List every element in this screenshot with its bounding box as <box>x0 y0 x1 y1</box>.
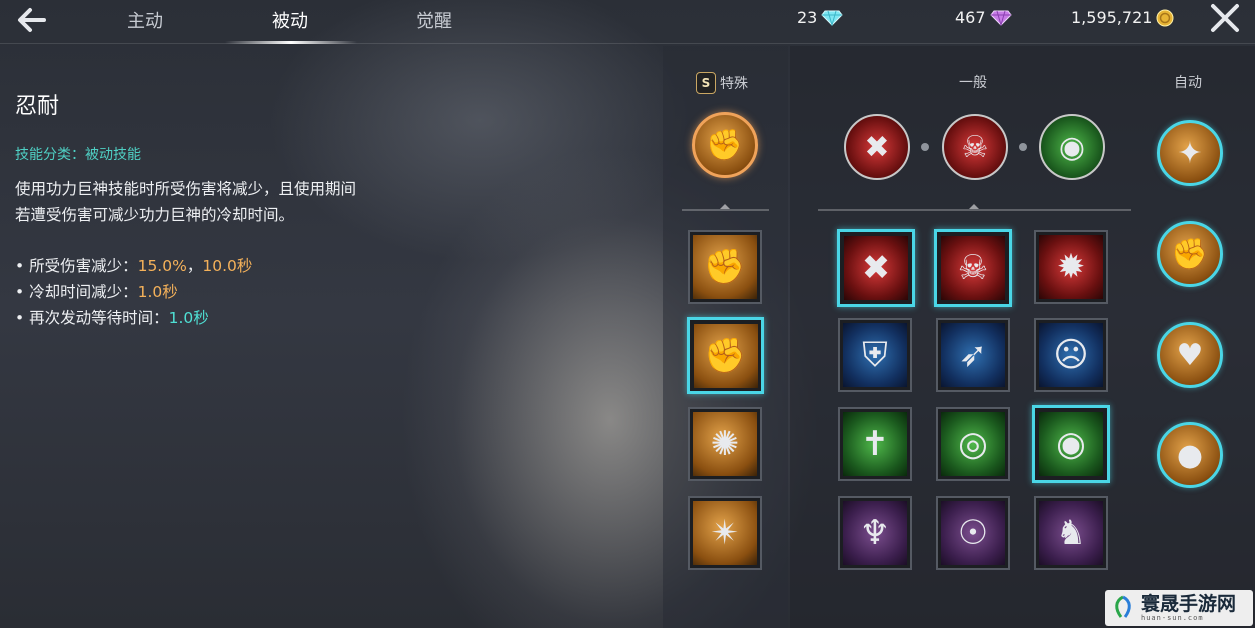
site-logo-icon <box>1115 595 1131 618</box>
effect-value: 10.0秒 <box>202 257 253 275</box>
general-skill-icon[interactable]: ♆ <box>838 496 912 570</box>
effect-cooldown-reduction: • 冷却时间减少：1.0秒 <box>15 280 178 302</box>
special-skill-icon[interactable]: ✴ <box>688 496 762 570</box>
top-bar: 主动 被动 觉醒 23 467 1,595,721 <box>0 0 1255 44</box>
active-tab-indicator <box>225 41 357 44</box>
fist-icon: ✊ <box>706 127 744 163</box>
blue-wing-icon: ➶ <box>941 323 1005 387</box>
diamond-currency: 23 <box>797 8 844 27</box>
skill-category: 技能分类：被动技能 <box>15 147 141 163</box>
special-column-header: S 特殊 <box>696 72 748 94</box>
auto-skill-icon[interactable]: ✦ <box>1157 120 1223 186</box>
spartan-helmet-icon: ⛨ <box>843 323 907 387</box>
auto-skill-icon[interactable]: ✊ <box>1157 221 1223 287</box>
sun-orb-icon: ✺ <box>693 412 757 476</box>
effect-damage-reduction: • 所受伤害减少：15.0%，10.0秒 <box>15 254 252 276</box>
skull-icon: ☠ <box>941 236 1005 300</box>
special-separator <box>682 209 769 211</box>
fist-aura-icon: ✊ <box>1171 236 1209 272</box>
general-skill-icon[interactable]: ◎ <box>936 407 1010 481</box>
blue-mask-icon: ☹ <box>1039 323 1103 387</box>
general-skill-icon[interactable]: ⛨ <box>838 318 912 392</box>
general-skill-icon[interactable]: ♞ <box>1034 496 1108 570</box>
red-explosion-icon: ✹ <box>1039 235 1103 299</box>
general-skill-icon-selected[interactable]: ◉ <box>1032 405 1110 483</box>
general-skill-icon-selected[interactable]: ☠ <box>934 229 1012 307</box>
diamond-icon <box>821 10 844 26</box>
green-orb-icon: ◎ <box>941 412 1005 476</box>
auto-column-header: 自动 <box>1174 75 1202 91</box>
fist-icon: ✊ <box>693 323 758 388</box>
general-skill-icon[interactable]: ✹ <box>1034 230 1108 304</box>
general-skill-icon-selected[interactable]: ✖ <box>837 229 915 307</box>
general-skill-icon[interactable]: ☹ <box>1034 318 1108 392</box>
special-skill-icon-selected[interactable]: ✊ <box>687 317 764 394</box>
body-aura-icon: ✦ <box>1177 135 1203 171</box>
effect-value: 1.0秒 <box>137 283 178 301</box>
tab-passive-skills[interactable]: 被动 <box>272 7 308 33</box>
triple-blade-icon: ✴ <box>693 501 757 565</box>
heart-shield-icon: ♥ <box>1176 337 1204 373</box>
effect-value: 1.0秒 <box>168 309 209 327</box>
general-slot-2[interactable]: ☠ <box>942 114 1008 180</box>
watermark-url: huan-sun.com <box>1141 613 1204 622</box>
gold-coin-icon <box>1156 9 1174 26</box>
fist-icon: ✊ <box>693 235 757 299</box>
special-selected-skill[interactable]: ✊ <box>692 112 758 178</box>
cross-icon: ✝ <box>843 412 907 476</box>
separator-arrow-icon <box>720 204 730 209</box>
effect-label: • 冷却时间减少： <box>15 283 138 301</box>
green-orb-icon: ◉ <box>1058 129 1086 165</box>
general-column-header: 一般 <box>959 75 987 91</box>
general-skill-icon[interactable]: ☉ <box>936 496 1010 570</box>
gold-currency: 1,595,721 <box>1071 8 1174 27</box>
crossed-arms-icon: ✖ <box>864 129 890 165</box>
effect-label: • 所受伤害减少： <box>15 257 138 275</box>
slot-divider-dot <box>921 143 929 151</box>
skull-icon: ☠ <box>961 129 989 165</box>
gem-currency: 467 <box>955 8 1012 27</box>
general-separator <box>818 209 1131 211</box>
gold-sphere-icon: ● <box>1176 437 1204 473</box>
slot-divider-dot <box>1019 143 1027 151</box>
special-skill-icon[interactable]: ✺ <box>688 407 762 481</box>
green-orb-icon: ◉ <box>1039 412 1103 476</box>
gold-count: 1,595,721 <box>1071 8 1153 27</box>
diamond-count: 23 <box>797 8 818 27</box>
purple-gem-icon <box>989 10 1012 26</box>
tab-active-skills[interactable]: 主动 <box>127 7 163 33</box>
effect-retrigger-wait: • 再次发动等待时间：1.0秒 <box>15 306 209 328</box>
auto-skill-icon[interactable]: ● <box>1157 422 1223 488</box>
watermark-logo: 寰晟手游网 huan-sun.com <box>1105 590 1253 626</box>
effect-label: • 再次发动等待时间： <box>15 309 169 327</box>
auto-skill-icon[interactable]: ♥ <box>1157 322 1223 388</box>
general-skill-icon[interactable]: ✝ <box>838 407 912 481</box>
skill-name: 忍耐 <box>15 94 60 119</box>
effect-value: 15.0% <box>137 257 187 275</box>
special-column-label: 特殊 <box>720 76 748 92</box>
general-slot-1[interactable]: ✖ <box>844 114 910 180</box>
back-arrow-icon[interactable] <box>14 6 48 34</box>
effect-separator: ， <box>186 257 203 275</box>
crossed-arms-icon: ✖ <box>844 236 908 300</box>
general-slot-3[interactable]: ◉ <box>1039 114 1105 180</box>
tab-awakening[interactable]: 觉醒 <box>416 7 452 33</box>
general-skill-icon[interactable]: ➶ <box>936 318 1010 392</box>
close-icon[interactable] <box>1208 3 1242 33</box>
separator-arrow-icon <box>969 204 979 209</box>
special-skill-icon[interactable]: ✊ <box>688 230 762 304</box>
skill-description: 使用功力巨神技能时所受伤害将减少，且使用期间若遭受伤害可减少功力巨神的冷却时间。 <box>15 180 357 224</box>
winged-figure-icon: ♆ <box>843 501 907 565</box>
watermark-text: 寰晟手游网 <box>1141 592 1237 615</box>
gem-count: 467 <box>955 8 986 27</box>
special-badge-icon: S <box>696 72 716 94</box>
beast-icon: ♞ <box>1039 501 1103 565</box>
brain-head-icon: ☉ <box>941 501 1005 565</box>
